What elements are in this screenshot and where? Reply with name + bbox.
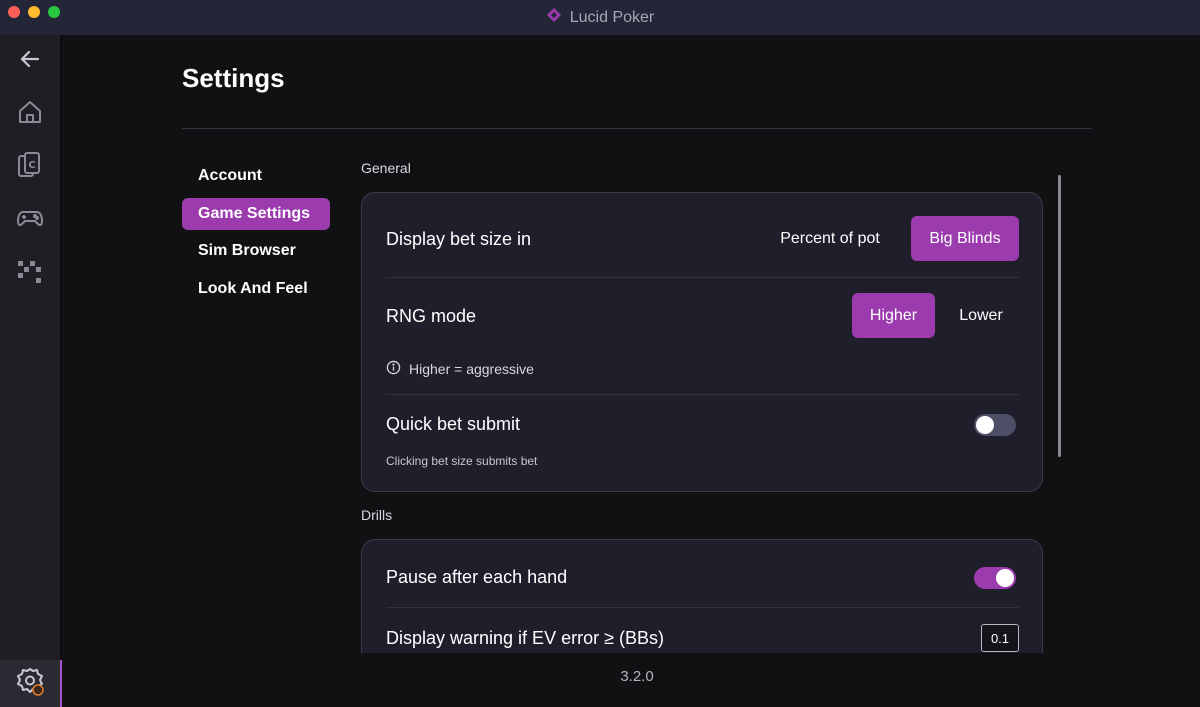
header-divider — [182, 128, 1092, 129]
nav-item-sim-browser[interactable]: Sim Browser — [182, 235, 330, 267]
section-label-general: General — [361, 160, 411, 176]
quick-bet-description: Clicking bet size submits bet — [386, 454, 538, 468]
grid-icon — [16, 257, 44, 290]
svg-text:C: C — [28, 160, 35, 171]
app-sidebar: C — [0, 35, 62, 707]
content-scrollbar[interactable] — [1058, 175, 1061, 457]
app-version: 3.2.0 — [620, 668, 654, 685]
app-title-text: Lucid Poker — [569, 8, 655, 26]
gamepad-icon — [16, 204, 44, 237]
window-controls — [8, 6, 60, 18]
sidebar-item-play[interactable] — [0, 198, 60, 242]
arrow-left-icon — [16, 45, 44, 78]
nav-item-look-and-feel[interactable]: Look And Feel — [182, 273, 330, 305]
quick-bet-toggle[interactable] — [974, 414, 1016, 436]
toggle-knob — [976, 416, 994, 434]
cards-icon: C — [16, 151, 44, 184]
rng-lower-button[interactable]: Lower — [944, 293, 1018, 338]
rng-higher-button[interactable]: Higher — [852, 293, 935, 338]
close-window-button[interactable] — [8, 6, 20, 18]
back-button[interactable] — [0, 39, 60, 83]
info-icon — [386, 360, 401, 378]
settings-gear-icon — [15, 666, 45, 701]
row-divider — [386, 394, 1019, 395]
page-title: Settings — [182, 63, 285, 93]
bet-size-title: Display bet size in — [386, 229, 532, 249]
quick-bet-title: Quick bet submit — [386, 414, 521, 434]
toggle-knob — [996, 569, 1014, 587]
drills-settings-card: Pause after each hand Display warning if… — [361, 539, 1043, 653]
sidebar-item-sims[interactable] — [0, 251, 60, 295]
home-icon — [16, 98, 44, 131]
row-divider — [386, 277, 1019, 278]
ev-error-threshold-input[interactable]: 0.1 — [981, 624, 1019, 652]
maximize-window-button[interactable] — [48, 6, 60, 18]
app-title: Lucid Poker — [546, 7, 655, 28]
sidebar-item-cards[interactable]: C — [0, 145, 60, 189]
rng-mode-hint-text: Higher = aggressive — [409, 361, 534, 377]
minimize-window-button[interactable] — [28, 6, 40, 18]
sidebar-item-home[interactable] — [0, 92, 60, 136]
pause-after-hand-toggle[interactable] — [974, 567, 1016, 589]
row-divider — [386, 607, 1019, 608]
section-label-drills: Drills — [361, 507, 393, 523]
settings-page: Settings Account Game Settings Sim Brows… — [67, 35, 1200, 707]
nav-item-game-settings[interactable]: Game Settings — [182, 197, 330, 230]
window-titlebar: Lucid Poker — [0, 0, 1200, 35]
pause-after-hand-title: Pause after each hand — [386, 567, 568, 587]
big-blinds-button[interactable]: Big Blinds — [911, 216, 1019, 261]
nav-item-account[interactable]: Account — [182, 160, 330, 192]
lucid-poker-logo-icon — [546, 7, 562, 28]
rng-mode-title: RNG mode — [386, 306, 477, 326]
rng-mode-hint: Higher = aggressive — [386, 360, 534, 378]
ev-warning-title: Display warning if EV error ≥ (BBs) — [386, 628, 664, 648]
sidebar-item-settings[interactable] — [0, 660, 62, 707]
percent-of-pot-button[interactable]: Percent of pot — [766, 216, 894, 261]
settings-content[interactable]: General Display bet size in Percent of p… — [360, 155, 1050, 653]
general-settings-card: Display bet size in Percent of pot Big B… — [361, 192, 1043, 492]
settings-nav: Account Game Settings Sim Browser Look A… — [182, 160, 330, 311]
